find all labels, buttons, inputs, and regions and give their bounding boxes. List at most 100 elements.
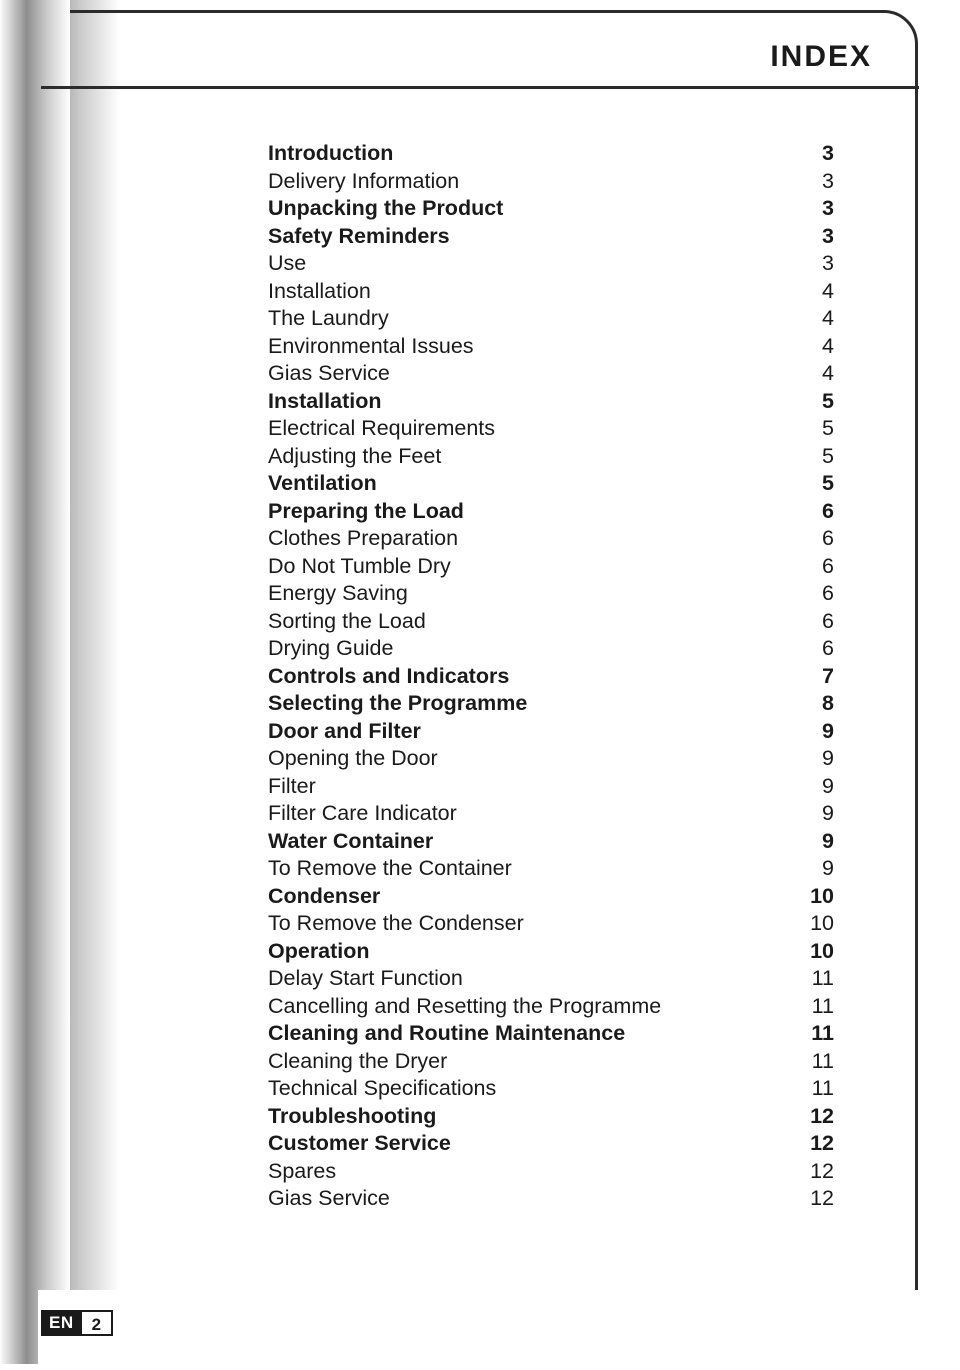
index-entry-page: 7: [822, 663, 834, 688]
index-entry-page: 9: [822, 718, 834, 743]
index-entry-title: Technical Specifications: [268, 1076, 497, 1100]
index-entry-page: 8: [822, 691, 834, 715]
index-entry: Gias Service 4: [268, 360, 834, 388]
page-title: INDEX: [770, 40, 872, 73]
index-entry: Do Not Tumble Dry 6: [268, 553, 834, 581]
index-entry-page: 4: [822, 361, 834, 385]
index-entry-page: 6: [822, 498, 834, 523]
index-entry-page: 11: [811, 1048, 834, 1073]
index-entry-title: Delay Start Function: [268, 966, 463, 990]
index-entry-title: Use: [268, 251, 307, 275]
index-entry: Condenser 10: [268, 883, 834, 911]
index-entry-page: 5: [822, 471, 834, 495]
index-entry: Electrical Requirements 5: [268, 415, 834, 443]
index-entry-title: Installation: [268, 388, 382, 413]
index-entry-title: Electrical Requirements: [268, 416, 496, 440]
footer: EN 2: [41, 1310, 114, 1336]
index-list: Introduction 3 Delivery Information 3 Unpack…: [268, 140, 834, 1213]
index-entry-page: 12: [810, 1158, 834, 1183]
index-entry-page: 9: [822, 856, 834, 880]
index-entry-title: The Laundry: [268, 306, 389, 330]
index-entry-title: To Remove the Condenser: [268, 911, 524, 935]
index-entry-title: Preparing the Load: [268, 498, 464, 523]
index-entry-page: 9: [822, 773, 834, 798]
index-entry-page: 11: [811, 1021, 834, 1045]
index-entry-title: Cancelling and Resetting the Programme: [268, 993, 662, 1018]
index-entry: Technical Specifications 11: [268, 1075, 834, 1103]
index-entry: Environmental Issues 4: [268, 333, 834, 361]
index-entry: Installation 5: [268, 388, 834, 416]
index-entry: Use 3: [268, 250, 834, 278]
index-entry-title: Unpacking the Product: [268, 196, 504, 220]
index-entry: Controls and Indicators 7: [268, 663, 834, 691]
index-entry-title: Cleaning the Dryer: [268, 1048, 448, 1073]
header-divider: [41, 86, 919, 89]
index-entry: Introduction 3: [268, 140, 834, 168]
index-entry-page: 3: [822, 141, 834, 165]
index-entry-title: Controls and Indicators: [268, 663, 510, 688]
index-entry-page: 6: [822, 608, 834, 633]
index-entry: Cleaning the Dryer 11: [268, 1048, 834, 1076]
index-entry-title: Clothes Preparation: [268, 526, 459, 550]
index-entry-title: Selecting the Programme: [268, 691, 528, 715]
index-entry: Water Container 9: [268, 828, 834, 856]
index-entry-page: 6: [822, 581, 834, 605]
footer-page-number: 2: [81, 1310, 114, 1336]
index-entry: The Laundry 4: [268, 305, 834, 333]
index-entry-page: 5: [822, 416, 834, 440]
index-entry-title: Cleaning and Routine Maintenance: [268, 1021, 626, 1045]
index-entry-page: 12: [810, 1103, 834, 1128]
index-entry: Clothes Preparation 6: [268, 525, 834, 553]
index-entry-page: 11: [811, 993, 834, 1018]
index-entry-page: 9: [822, 828, 834, 853]
index-entry: Opening the Door 9: [268, 745, 834, 773]
index-entry: Ventilation 5: [268, 470, 834, 498]
index-entry-page: 6: [822, 526, 834, 550]
index-entry-title: Safety Reminders: [268, 223, 450, 248]
index-entry-title: Drying Guide: [268, 636, 394, 660]
index-entry-title: Environmental Issues: [268, 333, 474, 358]
index-entry: Delay Start Function 11: [268, 965, 834, 993]
index-entry-page: 3: [822, 223, 834, 248]
index-entry-page: 3: [822, 168, 834, 193]
index-entry-title: Door and Filter: [268, 718, 421, 743]
frame-bottom-mask: [38, 1290, 922, 1370]
index-entry: Sorting the Load 6: [268, 608, 834, 636]
frame-left-mask: [0, 0, 70, 1364]
index-entry: Cancelling and Resetting the Programme 11: [268, 993, 834, 1021]
index-entry-page: 6: [822, 636, 834, 660]
index-entry-page: 9: [822, 746, 834, 770]
index-entry: Filter 9: [268, 773, 834, 801]
index-entry-title: Water Container: [268, 828, 434, 853]
index-entry-page: 10: [810, 938, 834, 963]
index-entry-page: 10: [810, 911, 834, 935]
index-entry: Energy Saving 6: [268, 580, 834, 608]
index-entry-title: Adjusting the Feet: [268, 443, 442, 468]
index-entry-title: To Remove the Container: [268, 856, 512, 880]
index-entry-title: Installation: [268, 278, 371, 303]
index-entry: Safety Reminders 3: [268, 223, 834, 251]
index-entry-page: 6: [822, 553, 834, 578]
index-entry: Cleaning and Routine Maintenance 11: [268, 1020, 834, 1048]
index-entry-title: Introduction: [268, 141, 394, 165]
index-entry-title: Delivery Information: [268, 168, 460, 193]
index-entry-page: 9: [822, 801, 834, 825]
index-entry: Customer Service 12: [268, 1130, 834, 1158]
index-entry-page: 3: [822, 196, 834, 220]
index-entry-page: 3: [822, 251, 834, 275]
index-entry-page: 11: [811, 1076, 834, 1100]
index-entry: Unpacking the Product 3: [268, 195, 834, 223]
index-entry-title: Opening the Door: [268, 746, 438, 770]
index-entry-title: Filter: [268, 773, 316, 798]
index-entry-page: 5: [822, 443, 834, 468]
index-entry-page: 4: [822, 333, 834, 358]
index-entry: Spares 12: [268, 1158, 834, 1186]
index-entry-title: Customer Service: [268, 1131, 451, 1155]
index-entry-title: Gias Service: [268, 1186, 390, 1210]
index-entry: To Remove the Condenser 10: [268, 910, 834, 938]
index-entry: Operation 10: [268, 938, 834, 966]
index-entry-page: 11: [811, 966, 834, 990]
index-entry-page: 5: [822, 388, 834, 413]
index-entry-title: Spares: [268, 1158, 337, 1183]
index-entry: Gias Service 12: [268, 1185, 834, 1213]
